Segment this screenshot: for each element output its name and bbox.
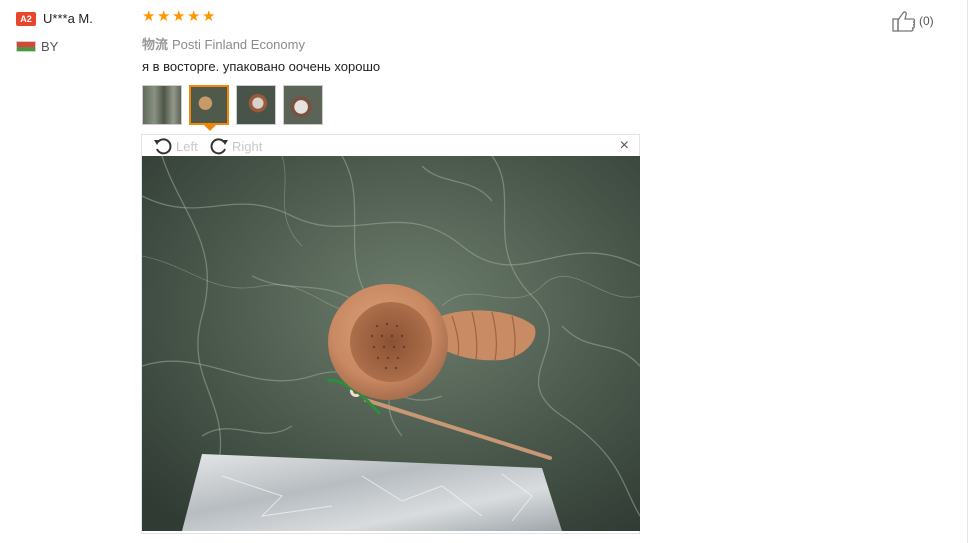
reviewer-country: BY [41, 39, 59, 54]
buyer-level-badge: A2 [16, 12, 36, 26]
star-icon: ★ [202, 8, 216, 25]
star-icon: ★ [187, 8, 201, 25]
like-count: (0) [919, 14, 934, 28]
logistics-label: 物流 [142, 37, 169, 52]
photo-viewer: Left Right × [141, 134, 640, 534]
rotate-right-label: Right [232, 138, 263, 154]
flag-green-stripe [17, 47, 35, 51]
reviewer-name: U***a M. [43, 11, 93, 26]
review-text: я в восторге. упаковано оочень хорошо [142, 59, 381, 74]
active-thumbnail-caret-icon [204, 125, 216, 131]
rotate-left-button[interactable]: Left [152, 136, 198, 156]
review-photo-thumbnail[interactable] [236, 85, 276, 125]
page-right-border [967, 0, 968, 543]
review-photo-thumbnail-active[interactable] [189, 85, 229, 125]
rotate-right-icon [210, 138, 228, 155]
star-icon: ★ [172, 8, 186, 25]
review-photo-image [142, 156, 640, 531]
star-icon: ★ [142, 8, 156, 25]
rotate-right-button[interactable]: Right [208, 136, 262, 156]
close-viewer-button[interactable]: × [620, 138, 629, 154]
star-rating: ★ ★ ★ ★ ★ [142, 8, 216, 25]
thumbs-up-icon [892, 11, 916, 32]
photo-viewer-toolbar: Left Right × [142, 135, 639, 157]
helpful-like-button[interactable]: (0) [892, 10, 934, 32]
review-photo-large [142, 156, 640, 531]
logistics-info: 物流 Posti Finland Economy [142, 34, 305, 53]
country-flag-icon [16, 41, 36, 52]
star-icon: ★ [157, 8, 171, 25]
logistics-value: Posti Finland Economy [172, 37, 305, 52]
review-photo-thumbnail[interactable] [142, 85, 182, 125]
review-photo-thumbnails [142, 85, 323, 125]
rotate-left-label: Left [176, 138, 198, 154]
rotate-left-icon [154, 138, 172, 155]
review-photo-thumbnail[interactable] [283, 85, 323, 125]
